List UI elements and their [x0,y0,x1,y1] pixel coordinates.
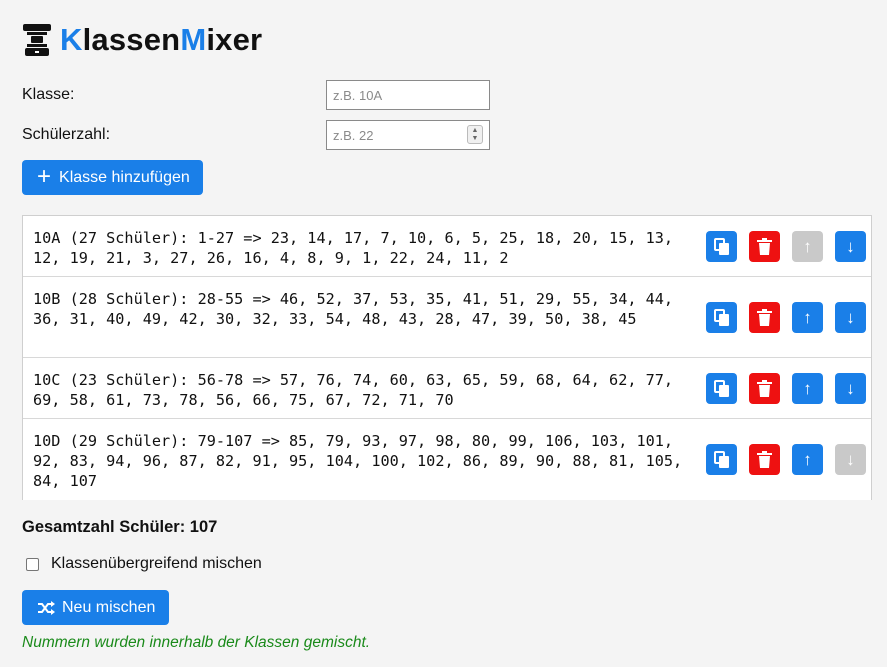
move-up-button[interactable]: ↑ [792,444,823,475]
number-spinner[interactable]: ▲ ▼ [467,125,483,144]
copy-button[interactable] [706,444,737,475]
class-item-actions: ↑ ↓ [706,444,878,475]
arrow-down-icon: ↓ [846,378,855,398]
arrow-up-icon: ↑ [803,236,812,256]
copy-icon [713,237,729,255]
delete-button[interactable] [749,373,780,404]
class-item-actions: ↑ ↓ [706,302,878,333]
cross-mix-checkbox[interactable] [26,557,39,571]
spin-down-icon[interactable]: ▼ [472,135,479,143]
page-title: KlassenMixer [60,22,263,57]
shuffle-label: Neu mischen [62,598,156,616]
class-row: Klasse: [22,80,490,110]
move-down-button[interactable]: ↓ [835,373,866,404]
class-label: Klasse: [22,86,75,103]
count-field: ▲ ▼ [326,120,490,150]
plus-icon: + [37,162,52,190]
class-item-text: 10C (23 Schüler): 56-78 => 57, 76, 74, 6… [33,371,674,409]
delete-button[interactable] [749,231,780,262]
count-input[interactable] [326,120,490,150]
class-item: 10B (28 Schüler): 28-55 => 46, 52, 37, 5… [23,277,871,358]
add-class-label: Klasse hinzufügen [59,168,190,186]
class-item-actions: ↑ ↓ [706,231,878,262]
printer-stack-icon [23,24,51,56]
class-input[interactable] [326,80,490,110]
copy-button[interactable] [706,373,737,404]
trash-icon [757,380,772,397]
copy-icon [713,308,729,326]
copy-button[interactable] [706,231,737,262]
arrow-down-icon: ↓ [846,449,855,469]
arrow-up-icon: ↑ [803,449,812,469]
class-item-text: 10D (29 Schüler): 79-107 => 85, 79, 93, … [33,432,683,490]
arrow-up-icon: ↑ [803,378,812,398]
move-down-button[interactable]: ↓ [835,302,866,333]
add-class-button[interactable]: + Klasse hinzufügen [22,160,203,195]
arrow-up-icon: ↑ [803,307,812,327]
arrow-down-icon: ↓ [846,236,855,256]
spin-up-icon[interactable]: ▲ [472,127,479,135]
copy-icon [713,379,729,397]
delete-button[interactable] [749,444,780,475]
cross-mix-label[interactable]: Klassenübergreifend mischen [51,555,262,573]
class-item: 10C (23 Schüler): 56-78 => 57, 76, 74, 6… [23,358,871,419]
class-item-text: 10B (28 Schüler): 28-55 => 46, 52, 37, 5… [33,290,674,328]
copy-icon [713,450,729,468]
count-label: Schülerzahl: [22,126,111,143]
move-down-button[interactable]: ↓ [835,231,866,262]
delete-button[interactable] [749,302,780,333]
arrow-down-icon: ↓ [846,307,855,327]
class-item-actions: ↑ ↓ [706,373,878,404]
trash-icon [757,309,772,326]
total-students: Gesamtzahl Schüler: 107 [22,518,218,536]
page-header: KlassenMixer [22,20,262,60]
cross-mix-row[interactable]: Klassenübergreifend mischen [26,555,262,573]
shuffle-button[interactable]: Neu mischen [22,590,169,625]
copy-button[interactable] [706,302,737,333]
move-up-button[interactable]: ↑ [792,373,823,404]
class-item: 10A (27 Schüler): 1-27 => 23, 14, 17, 7,… [23,216,871,277]
move-up-button[interactable]: ↑ [792,302,823,333]
shuffle-icon [38,600,55,615]
trash-icon [757,451,772,468]
class-item-text: 10A (27 Schüler): 1-27 => 23, 14, 17, 7,… [33,229,674,267]
trash-icon [757,238,772,255]
class-item: 10D (29 Schüler): 79-107 => 85, 79, 93, … [23,419,871,500]
status-message: Nummern wurden innerhalb der Klassen gem… [22,634,371,651]
move-up-button[interactable]: ↑ [792,231,823,262]
class-list: 10A (27 Schüler): 1-27 => 23, 14, 17, 7,… [22,215,872,500]
count-row: Schülerzahl: ▲ ▼ [22,120,490,150]
move-down-button[interactable]: ↓ [835,444,866,475]
